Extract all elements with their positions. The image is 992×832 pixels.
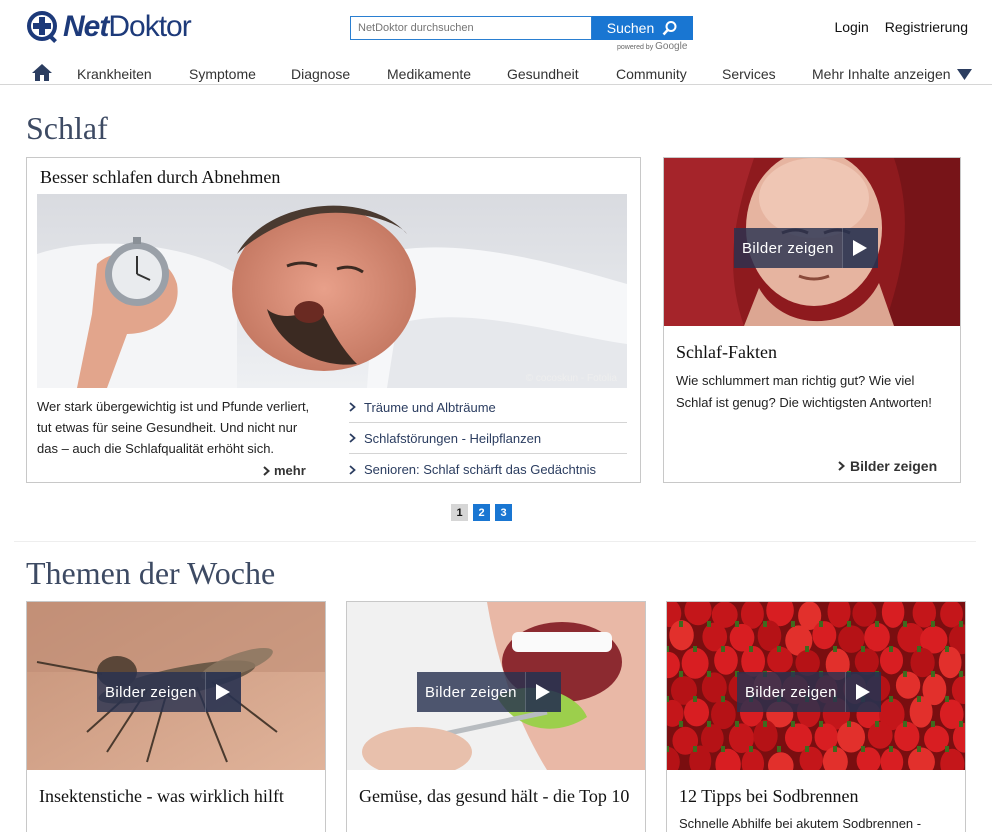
more-label: mehr xyxy=(274,463,306,478)
nav-item-services[interactable]: Services xyxy=(722,66,776,82)
theme-card-image[interactable]: Bilder zeigen xyxy=(347,602,645,770)
powered-by-google: powered by Google xyxy=(617,41,687,52)
nav-more-button[interactable]: Mehr Inhalte anzeigen xyxy=(812,66,972,82)
related-links: Träume und Albträume Schlafstörungen - H… xyxy=(349,392,627,485)
theme-card-text: Schnelle Abhilfe bei akutem Sodbrennen - xyxy=(679,816,922,831)
search-bar: Suchen xyxy=(350,16,693,40)
side-more-label: Bilder zeigen xyxy=(850,458,938,474)
logo-net: Net xyxy=(63,10,109,43)
image-credit: © cocoskun - Fotolia xyxy=(525,373,617,384)
play-icon xyxy=(524,672,561,712)
bilder-zeigen-button[interactable]: Bilder zeigen xyxy=(734,228,878,268)
bilder-zeigen-label: Bilder zeigen xyxy=(734,228,842,268)
side-more-link[interactable]: Bilder zeigen xyxy=(838,458,937,474)
main-nav: Krankheiten Symptome Diagnose Medikament… xyxy=(0,60,992,85)
search-icon xyxy=(662,21,677,36)
theme-card-title[interactable]: Insektenstiche - was wirklich hilft xyxy=(39,785,315,808)
theme-card-image[interactable]: Bilder zeigen xyxy=(27,602,325,770)
search-button-label: Suchen xyxy=(606,20,655,36)
theme-card: Bilder zeigen 12 Tipps bei Sodbrennen Sc… xyxy=(666,601,966,832)
side-title[interactable]: Schlaf-Fakten xyxy=(676,342,777,363)
feature-teaser: Besser schlafen durch Abnehmen © cocosku… xyxy=(26,157,641,483)
sleeping-man-image xyxy=(37,194,627,388)
bilder-zeigen-button[interactable]: Bilder zeigen xyxy=(737,672,881,712)
nav-item-medikamente[interactable]: Medikamente xyxy=(387,66,471,82)
feature-more-link[interactable]: mehr xyxy=(263,463,306,478)
page-3-button[interactable]: 3 xyxy=(495,504,512,521)
theme-card-image[interactable]: Bilder zeigen xyxy=(667,602,965,770)
bilder-zeigen-label: Bilder zeigen xyxy=(97,672,205,712)
bilder-zeigen-button[interactable]: Bilder zeigen xyxy=(97,672,241,712)
section-title: Schlaf xyxy=(26,110,108,146)
netdoktor-logo[interactable]: NetDoktor xyxy=(26,10,192,44)
chevron-right-icon xyxy=(349,464,356,475)
related-link-label: Träume und Albträume xyxy=(364,399,496,415)
theme-card: Bilder zeigen Gemüse, das gesund hält - … xyxy=(346,601,646,832)
related-link[interactable]: Senioren: Schlaf schärft das Gedächtnis xyxy=(349,454,627,485)
related-link[interactable]: Träume und Albträume xyxy=(349,392,627,423)
related-link-label: Schlafstörungen - Heilpflanzen xyxy=(364,430,542,446)
chevron-right-icon xyxy=(349,402,356,412)
feature-summary: Wer stark übergewichtig ist und Pfunde v… xyxy=(37,399,310,456)
logo-doktor: Doktor xyxy=(108,10,191,43)
chevron-right-icon xyxy=(349,433,356,443)
nav-more-label: Mehr Inhalte anzeigen xyxy=(812,66,951,82)
powered-text: powered by xyxy=(617,44,654,51)
themes-title: Themen der Woche xyxy=(26,555,276,591)
page-1-button[interactable]: 1 xyxy=(451,504,468,521)
nav-item-diagnose[interactable]: Diagnose xyxy=(291,66,350,82)
bilder-zeigen-button[interactable]: Bilder zeigen xyxy=(417,672,561,712)
nav-item-symptome[interactable]: Symptome xyxy=(189,66,256,82)
side-gallery-image[interactable]: Bilder zeigen xyxy=(664,158,960,326)
search-input[interactable] xyxy=(350,16,592,40)
header: NetDoktor Suchen powered by Google Login… xyxy=(0,0,992,60)
play-icon xyxy=(844,672,881,712)
nav-item-gesundheit[interactable]: Gesundheit xyxy=(507,66,579,82)
bilder-zeigen-label: Bilder zeigen xyxy=(737,672,845,712)
theme-card-title[interactable]: 12 Tipps bei Sodbrennen xyxy=(679,785,955,808)
search-button[interactable]: Suchen xyxy=(592,16,693,40)
nav-item-krankheiten[interactable]: Krankheiten xyxy=(77,66,152,82)
pagination: 1 2 3 xyxy=(451,504,512,521)
related-link[interactable]: Schlafstörungen - Heilpflanzen xyxy=(349,423,627,454)
related-link-label: Senioren: Schlaf schärft das Gedächtnis xyxy=(364,462,596,477)
feature-title[interactable]: Besser schlafen durch Abnehmen xyxy=(40,167,280,188)
chevron-right-icon xyxy=(838,461,845,471)
bilder-zeigen-label: Bilder zeigen xyxy=(417,672,525,712)
side-gallery-card: Bilder zeigen Schlaf-Fakten Wie schlumme… xyxy=(663,157,961,483)
play-icon xyxy=(841,228,878,268)
home-icon[interactable] xyxy=(32,64,52,81)
chevron-right-icon xyxy=(263,465,270,476)
account-links: Login Registrierung xyxy=(834,19,968,35)
theme-card-title[interactable]: Gemüse, das gesund hält - die Top 10 xyxy=(359,785,635,808)
section-divider xyxy=(14,541,976,542)
play-icon xyxy=(204,672,241,712)
feature-image[interactable]: © cocoskun - Fotolia xyxy=(37,194,627,388)
login-link[interactable]: Login xyxy=(834,19,868,35)
logo-cross-icon xyxy=(27,11,57,43)
triangle-down-icon xyxy=(956,68,972,80)
side-summary: Wie schlummert man richtig gut? Wie viel… xyxy=(676,373,932,410)
google-wordmark: Google xyxy=(655,41,688,52)
page-2-button[interactable]: 2 xyxy=(473,504,490,521)
theme-card: Bilder zeigen Insektenstiche - was wirkl… xyxy=(26,601,326,832)
register-link[interactable]: Registrierung xyxy=(885,19,968,35)
nav-item-community[interactable]: Community xyxy=(616,66,687,82)
